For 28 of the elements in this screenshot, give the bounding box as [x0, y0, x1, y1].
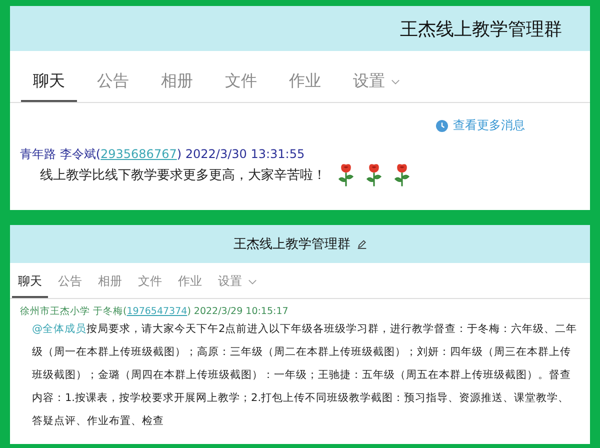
tab[interactable]: 文件: [213, 71, 269, 102]
sender-name: 青年路 李令斌(: [20, 147, 100, 161]
message-time: ) 2022/3/29 10:15:17: [187, 306, 288, 317]
clock-icon: [436, 120, 448, 132]
caret-icon: [248, 278, 257, 284]
tab[interactable]: 公告: [52, 273, 88, 298]
mention-link[interactable]: @全体成员: [32, 323, 86, 335]
tab[interactable]: 聊天: [12, 273, 48, 298]
sender-id-link[interactable]: 2935686767: [100, 147, 177, 161]
tab[interactable]: 公告: [85, 71, 141, 102]
tab[interactable]: 文件: [132, 273, 168, 298]
message-time: ) 2022/3/30 13:31:55: [176, 147, 305, 161]
tab[interactable]: 相册: [149, 71, 205, 102]
tab[interactable]: 作业: [277, 71, 333, 102]
tab[interactable]: 设置: [341, 71, 412, 102]
more-messages-link[interactable]: 查看更多消息: [453, 117, 525, 134]
tab[interactable]: 聊天: [21, 71, 77, 102]
tab[interactable]: 设置: [212, 273, 263, 298]
caret-icon: [391, 78, 400, 84]
tab[interactable]: 相册: [92, 273, 128, 298]
message-text: @全体成员按局要求，请大家今天下午2点前进入以下年级各班级学习群，进行教学督查：于冬梅：六年级、二年级（周一在本群上传班级截图）；高原：三年级（周二在本群上传班级截图）；刘妍：四年级（周三在本群上传班级截图）；金璐（周四在本群上传班级截图）：一年级；王驰捷：五年级（周五在本群上传班级截图）。督查内容：1.按课表，按学校要求开展网上教学；2.打包上传不同班级教学截图：预习指导、资源推送、课堂教学、答疑点评、作业布置、检查: [32, 322, 578, 429]
sender-id-link[interactable]: 1976547374: [126, 306, 188, 317]
sender-name: 徐州市王杰小学 于冬梅(: [20, 306, 127, 317]
tab[interactable]: 作业: [172, 273, 208, 298]
message-text: 线上教学比线下教学要求更多更高，大家辛苦啦！: [40, 167, 326, 184]
group-title: 王杰线上教学管理群: [400, 18, 562, 40]
pencil-icon[interactable]: [356, 239, 366, 249]
group-title: 王杰线上教学管理群: [234, 236, 350, 253]
